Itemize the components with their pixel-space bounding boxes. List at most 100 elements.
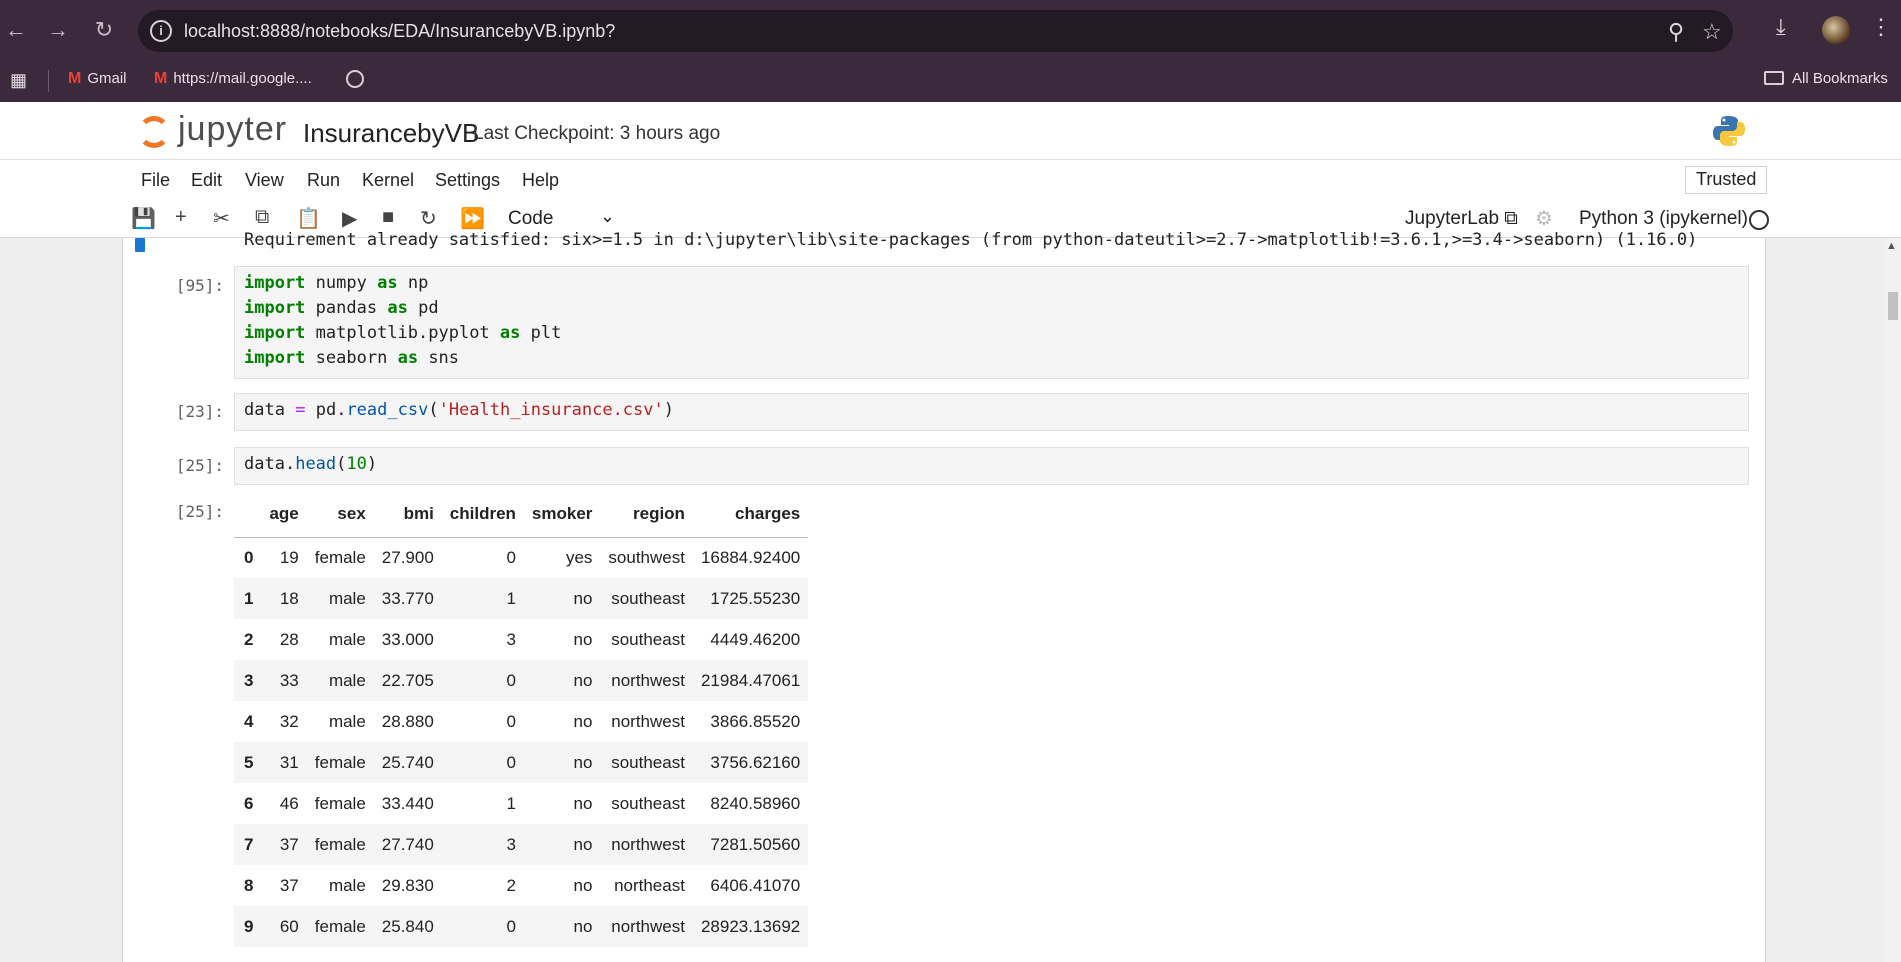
table-cell: 1 (506, 588, 516, 608)
previous-cell-output: Requirement already satisfied: six>=1.5 … (244, 230, 1698, 250)
code-cell-imports[interactable]: import numpy as np import pandas as pd imp… (234, 266, 1749, 379)
zoom-icon[interactable]: ⚲ (1668, 19, 1684, 45)
table-cell: no (573, 793, 593, 813)
table-cell: 0 (506, 916, 516, 936)
profile-avatar[interactable] (1822, 16, 1850, 44)
globe-icon (346, 70, 364, 88)
menu-file[interactable]: File (141, 170, 170, 191)
run-cell-icon[interactable]: ▶ (342, 206, 357, 231)
kernel-status-idle-icon (1749, 210, 1769, 230)
output-prompt: [25]: (175, 502, 224, 521)
menu-edit[interactable]: Edit (191, 170, 222, 191)
all-bookmarks[interactable]: All Bookmarks (1764, 70, 1888, 87)
table-cell: northeast (614, 875, 685, 895)
table-cell: 32 (279, 711, 299, 731)
browser-toolbar: ← → ↻ i localhost:8888/notebooks/EDA/Ins… (0, 0, 1901, 60)
all-bookmarks-label: All Bookmarks (1792, 70, 1888, 87)
row-index: 0 (244, 547, 254, 567)
download-icon[interactable]: ⤓ (1776, 14, 1786, 40)
open-jupyterlab-link[interactable]: JupyterLab ⧉ (1405, 208, 1518, 230)
table-cell: 37 (279, 875, 299, 895)
table-cell: 28.880 (381, 711, 434, 731)
interrupt-kernel-icon[interactable]: ■ (382, 206, 394, 229)
restart-run-all-icon[interactable]: ⏩ (460, 206, 485, 231)
index-header (234, 492, 262, 538)
trusted-badge[interactable]: Trusted (1685, 166, 1768, 194)
jupyter-header: jupyter InsurancebyVB Last Checkpoint: 3… (0, 102, 1901, 160)
code-line: import matplotlib.pyplot as plt (244, 323, 562, 343)
apps-grid-icon[interactable]: ▦ (10, 70, 27, 91)
chevron-down-icon[interactable]: ⌄ (600, 206, 615, 227)
back-arrow-icon[interactable]: ← (0, 14, 32, 46)
cell-type-select[interactable]: Code (508, 208, 553, 230)
table-cell: 25.740 (381, 752, 434, 772)
table-cell: 22.705 (381, 670, 434, 690)
table-row: 3 33 male 22.705 0 no northwest 21984.47061 (234, 660, 809, 701)
menu-bar: File Edit View Run Kernel Settings Help … (0, 160, 1901, 200)
table-cell: 33.440 (381, 793, 434, 813)
table-cell: northwest (611, 711, 685, 731)
row-index: 3 (244, 670, 254, 690)
bookmark-globe[interactable] (346, 70, 364, 92)
bookmark-mail-google[interactable]: Mhttps://mail.google.... (154, 70, 312, 88)
table-cell: yes (565, 547, 593, 567)
code-cell-read-csv[interactable]: data = pd.read_csv('Health_insurance.csv… (234, 393, 1749, 431)
table-cell: 3 (506, 629, 516, 649)
table-cell: male (328, 711, 366, 731)
table-row: 0 19 female 27.900 0 yes southwest 16884.92400 (234, 537, 808, 578)
row-index: 4 (244, 711, 254, 731)
jupyter-wordmark: jupyter (178, 110, 288, 148)
add-cell-icon[interactable]: + (175, 206, 187, 229)
table-cell: 3 (506, 834, 516, 854)
restart-kernel-icon[interactable]: ↻ (420, 206, 437, 231)
forward-arrow-icon[interactable]: → (42, 14, 74, 46)
star-icon[interactable]: ☆ (1702, 19, 1722, 45)
table-cell: female (314, 834, 366, 854)
table-cell: 0 (506, 752, 516, 772)
url-text[interactable]: localhost:8888/notebooks/EDA/Insuranceby… (184, 21, 615, 42)
menu-help[interactable]: Help (522, 170, 559, 191)
table-cell: southeast (611, 588, 685, 608)
debugger-icon[interactable]: ⚙ (1535, 206, 1553, 231)
save-icon[interactable]: 💾 (131, 206, 156, 231)
column-header: age (261, 492, 307, 538)
bookmark-label: Gmail (87, 70, 127, 87)
menu-settings[interactable]: Settings (435, 170, 500, 191)
table-cell: 27.740 (381, 834, 434, 854)
table-cell: no (573, 711, 593, 731)
address-bar[interactable]: i localhost:8888/notebooks/EDA/Insurance… (138, 10, 1733, 52)
table-cell: female (314, 547, 366, 567)
menu-kebab-icon[interactable]: ⋮ (1870, 14, 1892, 40)
column-header: bmi (373, 492, 442, 538)
site-info-icon[interactable]: i (150, 20, 172, 42)
copy-icon[interactable]: ⧉ (255, 206, 269, 229)
kernel-name[interactable]: Python 3 (ipykernel) (1579, 208, 1748, 230)
paste-icon[interactable]: 📋 (296, 206, 321, 231)
table-cell: northwest (611, 670, 685, 690)
table-row: 9 60 female 25.840 0 no northwest 28923.13692 (234, 906, 809, 947)
code-cell-head[interactable]: data.head(10) (234, 447, 1749, 485)
scrollbar-thumb[interactable] (1888, 292, 1898, 320)
notebook-title[interactable]: InsurancebyVB (303, 118, 479, 149)
table-row: 7 37 female 27.740 3 no northwest 7281.50560 (234, 824, 809, 865)
table-cell: male (328, 670, 366, 690)
cut-icon[interactable]: ✂ (213, 206, 230, 231)
menu-kernel[interactable]: Kernel (362, 170, 414, 191)
scrollbar-track[interactable] (1884, 238, 1901, 962)
column-header: children (441, 492, 524, 538)
table-cell: no (573, 916, 593, 936)
column-header: smoker (523, 492, 601, 538)
table-cell: 2 (506, 875, 516, 895)
scroll-up-arrow-icon[interactable]: ▲ (1886, 240, 1897, 252)
table-cell: 1725.55230 (710, 588, 801, 608)
cell-prompt: [23]: (175, 402, 224, 421)
table-cell: 33.000 (381, 629, 434, 649)
row-index: 6 (244, 793, 254, 813)
table-cell: southwest (608, 547, 685, 567)
menu-run[interactable]: Run (307, 170, 340, 191)
table-row: 8 37 male 29.830 2 no northeast 6406.41070 (234, 865, 808, 906)
menu-view[interactable]: View (245, 170, 284, 191)
bookmark-gmail[interactable]: M Gmail (68, 70, 127, 88)
dataframe-header-row: age sex bmi children smoker region charg… (234, 492, 809, 538)
reload-icon[interactable]: ↻ (88, 14, 120, 46)
